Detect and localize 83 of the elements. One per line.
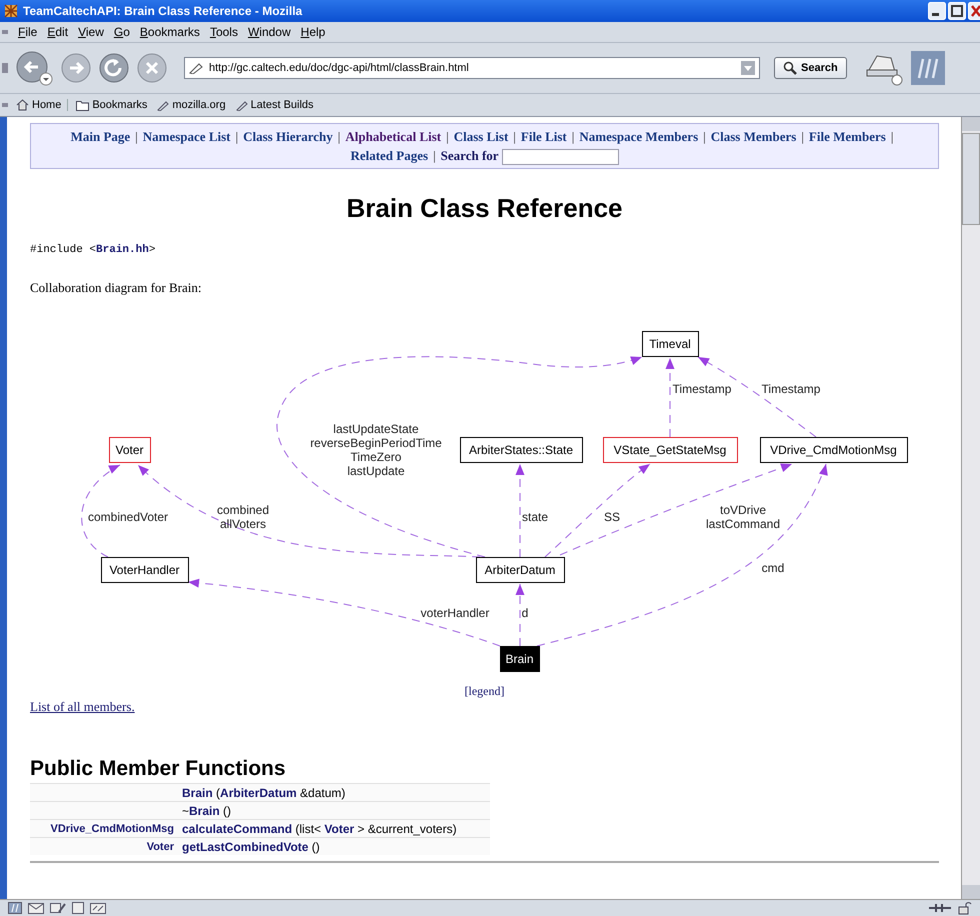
nav-link[interactable]: File Members (808, 129, 886, 144)
return-type[interactable]: Voter (146, 840, 174, 853)
edge-label: combined allVoters (216, 503, 270, 532)
edge-label: toVDrive lastCommand (706, 503, 780, 532)
nav-link[interactable]: Class Hierarchy (243, 129, 333, 144)
separator: | (703, 129, 706, 144)
nav-link[interactable]: Related Pages (350, 148, 428, 163)
members-link[interactable]: List of all members. (30, 699, 135, 714)
bookmark-button[interactable]: Latest Builds (234, 99, 316, 111)
menu-item[interactable]: Window (248, 25, 291, 39)
reload-icon[interactable] (98, 52, 130, 84)
class-node[interactable]: ArbiterStates::State (460, 437, 583, 464)
separator: | (801, 129, 804, 144)
back-icon[interactable] (14, 49, 54, 87)
header-link[interactable]: Brain.hh (96, 244, 149, 256)
edge-label: Timestamp (762, 382, 820, 396)
section-heading: Public Member Functions (30, 757, 287, 782)
search-label: Search for (440, 148, 499, 163)
edge-label: voterHandler (420, 606, 490, 620)
address-field[interactable]: http://gc.caltech.edu/doc/dgc-api/html/classBrain.html (184, 57, 760, 79)
browser-icon[interactable] (8, 902, 22, 914)
separator: | (433, 148, 436, 163)
bookmark-button[interactable]: Home (14, 99, 68, 111)
edge-label: SS (604, 510, 620, 524)
nav-link[interactable]: Main Page (70, 129, 130, 144)
menu-item[interactable]: File (18, 25, 38, 39)
class-node[interactable]: VoterHandler (101, 557, 189, 584)
nav-link[interactable]: Class List (454, 129, 508, 144)
class-node[interactable]: VDrive_CmdMotionMsg (760, 437, 908, 464)
mail-icon[interactable] (28, 902, 44, 914)
menu-item[interactable]: Go (114, 25, 130, 39)
minimize-icon[interactable] (928, 2, 946, 20)
separator: | (446, 129, 449, 144)
close-icon[interactable] (968, 2, 980, 20)
separator: | (572, 129, 574, 144)
nav-link[interactable]: Namespace Members (579, 129, 698, 144)
menu-item[interactable]: Tools (210, 25, 238, 39)
edge-label: lastUpdateState reverseBeginPeriodTime TimeZero lastUpdate (310, 422, 442, 478)
window-title: TeamCaltechAPI: Brain Class Reference - Mozilla (23, 4, 302, 18)
edge-label: state (522, 510, 548, 524)
diagram-caption: Collaboration diagram for Brain: (30, 280, 202, 296)
online-icon[interactable] (928, 902, 952, 914)
member-signature[interactable]: ~Brain () (182, 804, 232, 818)
address-book-icon[interactable] (72, 902, 84, 914)
menu-item[interactable]: Edit (47, 25, 68, 39)
app-icon (4, 4, 18, 18)
maximize-icon[interactable] (948, 2, 966, 20)
class-node[interactable]: Timeval (642, 331, 699, 358)
separator: | (890, 129, 894, 144)
legend-link[interactable]: [legend] (464, 684, 504, 698)
folder-icon (76, 100, 90, 110)
class-node[interactable]: Voter (109, 437, 151, 464)
nav-link[interactable]: Class Members (710, 129, 796, 144)
separator: | (135, 129, 138, 144)
nav-link[interactable]: Alphabetical List (345, 129, 442, 144)
stop-icon[interactable] (136, 52, 168, 84)
menu-item[interactable]: Bookmarks (140, 25, 200, 39)
edge-label: Timestamp (672, 382, 732, 396)
separator: | (236, 129, 238, 144)
include-directive: #include <Brain.hh> (30, 244, 156, 256)
class-node[interactable]: ArbiterDatum (476, 557, 565, 584)
edge-label: d (522, 606, 528, 620)
scrollbar[interactable] (961, 117, 980, 899)
home-icon (16, 99, 29, 111)
search-button[interactable]: Search (774, 57, 847, 79)
page-title: Brain Class Reference (345, 193, 624, 224)
forward-icon[interactable] (60, 52, 92, 84)
edge-label: combinedVoter (88, 510, 168, 524)
nav-link[interactable]: Namespace List (142, 129, 231, 144)
bookmark-button[interactable]: mozilla.org (155, 99, 228, 111)
composer-icon[interactable] (50, 902, 66, 914)
nav-link[interactable]: File List (520, 129, 567, 144)
menu-item[interactable]: Help (300, 25, 326, 39)
chat-icon[interactable] (90, 902, 106, 914)
search-icon (783, 61, 797, 75)
menu-item[interactable]: View (78, 25, 104, 39)
separator: | (513, 129, 516, 144)
edge-label: cmd (762, 561, 784, 576)
separator: | (338, 129, 340, 144)
class-node[interactable]: VState_GetStateMsg (603, 437, 738, 464)
current-class-node[interactable]: Brain (500, 646, 540, 672)
search-field[interactable] (502, 149, 619, 166)
bookmark-button[interactable]: Bookmarks (74, 99, 150, 111)
